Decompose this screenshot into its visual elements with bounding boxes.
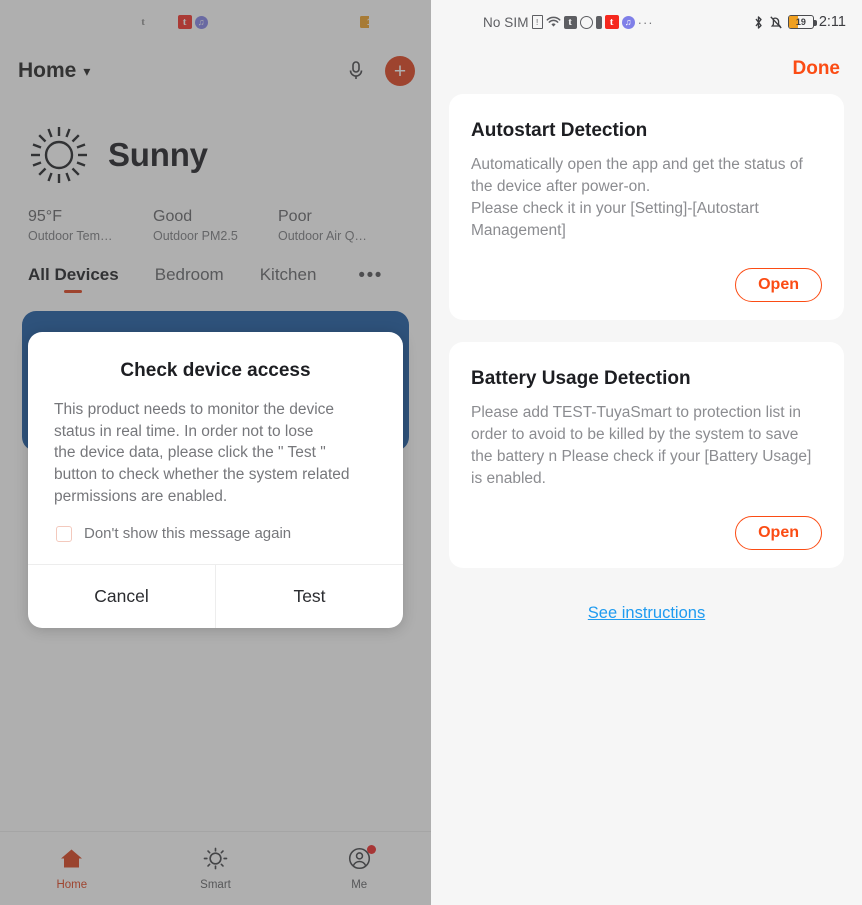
bluetooth-icon bbox=[753, 15, 764, 30]
status-bar-right: 19 2:11 bbox=[753, 14, 846, 30]
done-button[interactable]: Done bbox=[793, 58, 841, 80]
see-instructions-link[interactable]: See instructions bbox=[588, 604, 705, 622]
instructions-row: See instructions bbox=[431, 604, 862, 623]
battery-icon: 19 bbox=[787, 15, 817, 29]
card-title: Battery Usage Detection bbox=[471, 368, 691, 389]
card-description: Automatically open the app and get the s… bbox=[471, 156, 803, 239]
autostart-detection-card: Autostart Detection Automatically open t… bbox=[449, 94, 844, 320]
overflow-dots-icon: ··· bbox=[637, 14, 654, 30]
status-bar-left: No SIM ! t t ♫ ··· bbox=[483, 15, 654, 30]
thermometer-icon bbox=[595, 15, 602, 29]
dont-show-again-row[interactable]: Don't show this message again bbox=[28, 507, 403, 564]
dialog-title: Check device access bbox=[120, 360, 311, 381]
app-music-icon: ♫ bbox=[621, 15, 635, 29]
dont-show-again-checkbox[interactable] bbox=[56, 525, 72, 542]
card-actions: Open bbox=[471, 268, 822, 302]
sim-card-icon: ! bbox=[531, 15, 543, 29]
open-autostart-button[interactable]: Open bbox=[735, 268, 822, 302]
clock-icon bbox=[579, 15, 593, 29]
battery-usage-detection-card: Battery Usage Detection Please add TEST-… bbox=[449, 342, 844, 568]
dialog-actions: Cancel Test bbox=[28, 564, 403, 629]
left-phone-screen: No SIM ! t t ♫ ··· 19 2:11 Home ▾ + Sunn… bbox=[0, 0, 431, 905]
dual-phone-screenshot: No SIM ! t t ♫ ··· 19 2:11 Home ▾ + Sunn… bbox=[0, 0, 862, 905]
app-red-t-icon: t bbox=[604, 15, 619, 29]
dont-show-again-label: Don't show this message again bbox=[84, 525, 292, 543]
card-actions: Open bbox=[471, 516, 822, 550]
dialog-body: This product needs to monitor the device… bbox=[54, 401, 350, 505]
cancel-button[interactable]: Cancel bbox=[28, 565, 215, 628]
check-device-access-dialog: Check device access This product needs t… bbox=[28, 332, 403, 629]
carrier-label: No SIM bbox=[483, 14, 529, 30]
card-title: Autostart Detection bbox=[471, 120, 648, 141]
wifi-icon bbox=[546, 16, 561, 28]
right-phone-screen: No SIM ! t t ♫ ··· 19 2:11 Done Autostar… bbox=[431, 0, 862, 905]
notifications-muted-icon bbox=[769, 15, 783, 30]
card-description: Please add TEST-TuyaSmart to protection … bbox=[471, 404, 812, 487]
status-bar: No SIM ! t t ♫ ··· 19 2:11 bbox=[431, 0, 862, 44]
app-t-icon: t bbox=[563, 15, 577, 29]
open-battery-usage-button[interactable]: Open bbox=[735, 516, 822, 550]
clock-label: 2:11 bbox=[818, 14, 846, 30]
test-button[interactable]: Test bbox=[215, 565, 403, 629]
app-bar: Done bbox=[431, 44, 862, 94]
battery-level-label: 19 bbox=[795, 16, 806, 27]
